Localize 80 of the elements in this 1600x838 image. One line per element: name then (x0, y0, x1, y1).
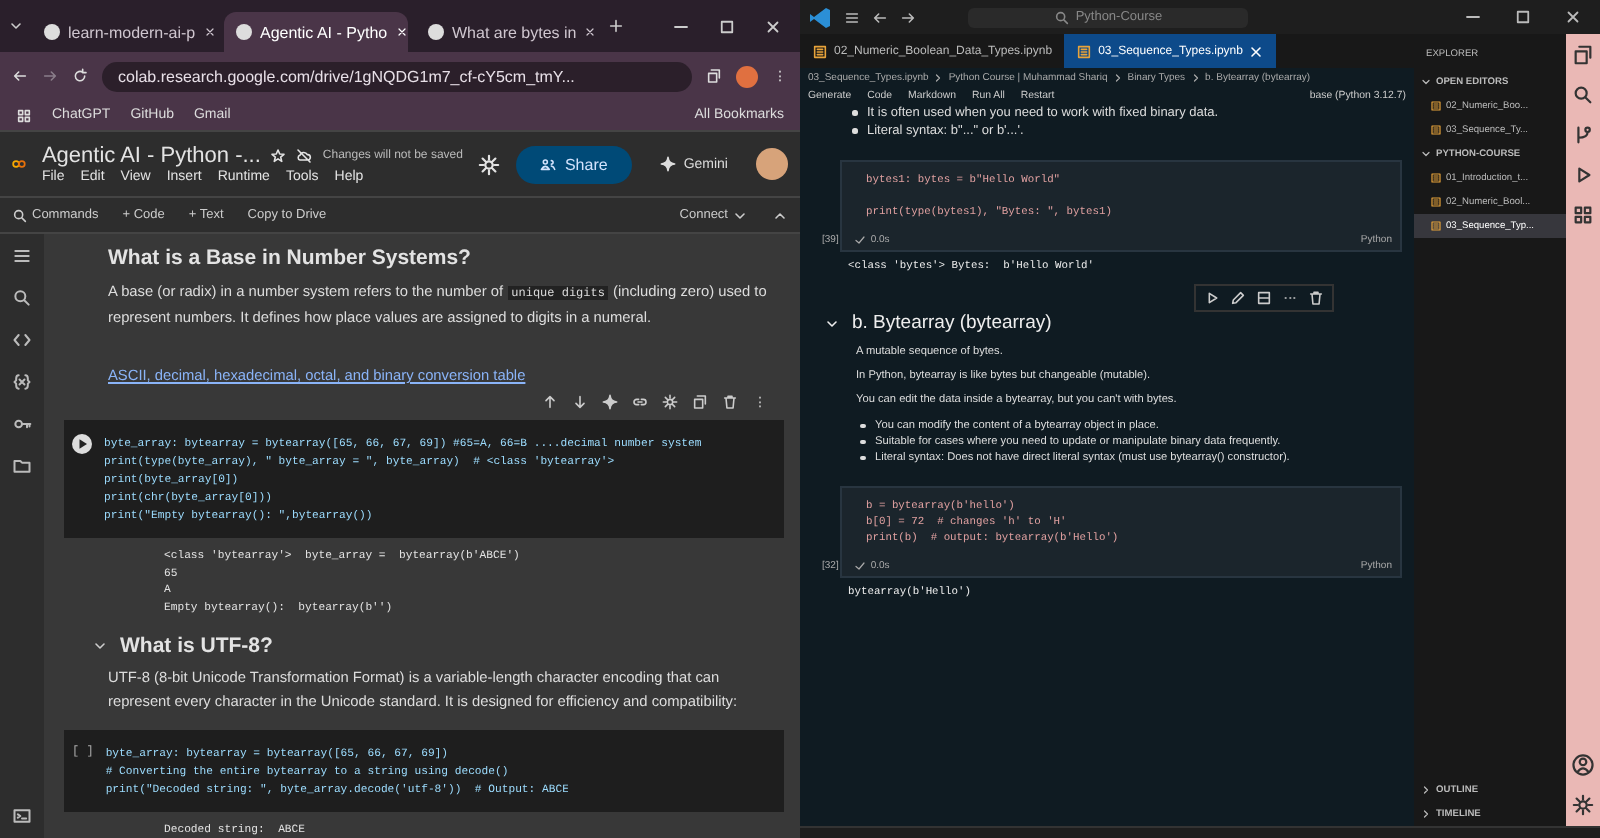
browser-tab[interactable]: What are bytes in (416, 12, 600, 52)
key-icon[interactable] (12, 414, 32, 434)
section-heading: What is a Base in Number Systems? (108, 246, 473, 270)
chevron-right-icon (932, 72, 945, 84)
move-down-icon[interactable] (572, 394, 588, 410)
notebook-title[interactable]: Agentic AI - Python -... (41, 144, 261, 168)
profile-avatar[interactable] (736, 65, 758, 87)
notebook-icon (1430, 196, 1442, 208)
bullet-icon (852, 110, 857, 116)
apps-icon[interactable] (16, 107, 32, 123)
tab-search-icon[interactable] (8, 18, 24, 34)
vscode-logo-icon (808, 5, 832, 29)
markdown-heading: b. Bytearray (bytearray) (852, 312, 1052, 334)
notebook-icon (1430, 100, 1442, 112)
sparkle-icon[interactable] (602, 394, 618, 410)
table-of-contents-icon[interactable] (12, 246, 32, 266)
branch-icon[interactable] (1572, 124, 1594, 146)
delete-icon[interactable] (1308, 290, 1324, 306)
folder-icon[interactable] (12, 456, 32, 476)
close-tab-icon[interactable] (584, 26, 597, 38)
code-icon[interactable] (12, 330, 32, 350)
star-icon[interactable] (270, 148, 287, 164)
copy-icon[interactable] (692, 394, 708, 410)
search-icon[interactable] (12, 288, 32, 308)
new-tab-icon[interactable] (608, 18, 624, 34)
files-icon[interactable] (1572, 44, 1594, 66)
notebook-icon (1076, 43, 1093, 59)
run-cell-icon[interactable] (72, 434, 92, 454)
close-icon[interactable] (764, 17, 782, 35)
back-icon[interactable] (872, 9, 888, 25)
search-icon[interactable] (1572, 84, 1594, 106)
notebook-icon (1430, 220, 1442, 232)
account-icon[interactable] (1572, 754, 1594, 776)
terminal-icon[interactable] (12, 806, 32, 826)
browser-tab[interactable]: learn-modern-ai-p (32, 12, 216, 52)
check-icon (854, 234, 867, 246)
move-up-icon[interactable] (542, 394, 558, 410)
notebook-icon (812, 43, 828, 59)
reload-icon[interactable] (72, 68, 88, 84)
search-icon (1053, 9, 1070, 25)
user-avatar[interactable] (756, 148, 788, 180)
collapse-icon[interactable] (92, 638, 108, 654)
split-cell-icon[interactable] (1256, 290, 1272, 306)
collapse-icon[interactable] (824, 315, 840, 331)
chevron-right-icon (1111, 72, 1124, 84)
chevron-down-icon (1420, 148, 1432, 160)
menu-icon[interactable] (844, 9, 860, 25)
close-tab-icon[interactable] (203, 26, 216, 38)
back-icon[interactable] (12, 68, 28, 84)
search-icon (12, 207, 28, 223)
people-icon (540, 156, 557, 172)
link-icon[interactable] (632, 394, 648, 410)
bullet-icon (860, 423, 865, 429)
run-icon[interactable] (1204, 290, 1220, 306)
dropdown-icon (732, 207, 748, 223)
run-icon[interactable] (1572, 164, 1594, 186)
extensions-icon[interactable] (1572, 204, 1594, 226)
sparkle-icon (659, 156, 676, 172)
notebook-icon (1430, 124, 1442, 136)
cloud-off-icon (296, 148, 313, 164)
maximize-icon[interactable] (1514, 8, 1532, 26)
notebook-icon (1430, 172, 1442, 184)
close-icon[interactable] (1564, 8, 1582, 26)
check-icon (854, 560, 867, 572)
browser-tab[interactable]: Agentic AI - Pytho (224, 12, 408, 52)
maximize-icon[interactable] (718, 17, 736, 35)
collapse-icon[interactable] (772, 207, 788, 223)
bullet-icon (860, 439, 865, 445)
variables-icon[interactable] (12, 372, 32, 392)
address-field[interactable]: colab.research.google.com/drive/1gNQDG1m7_cf-cY5cm_tmY... (102, 61, 692, 91)
section-heading: What is UTF-8? (120, 634, 273, 658)
chevron-down-icon (1420, 76, 1432, 88)
close-tab-icon[interactable] (1248, 43, 1265, 59)
bullet-icon (852, 128, 857, 134)
edit-icon[interactable] (1230, 290, 1246, 306)
share-button[interactable]: Share (516, 145, 632, 183)
chevron-right-icon (1189, 72, 1202, 84)
bullet-icon (860, 455, 865, 461)
forward-icon[interactable] (900, 9, 916, 25)
delete-icon[interactable] (722, 394, 738, 410)
